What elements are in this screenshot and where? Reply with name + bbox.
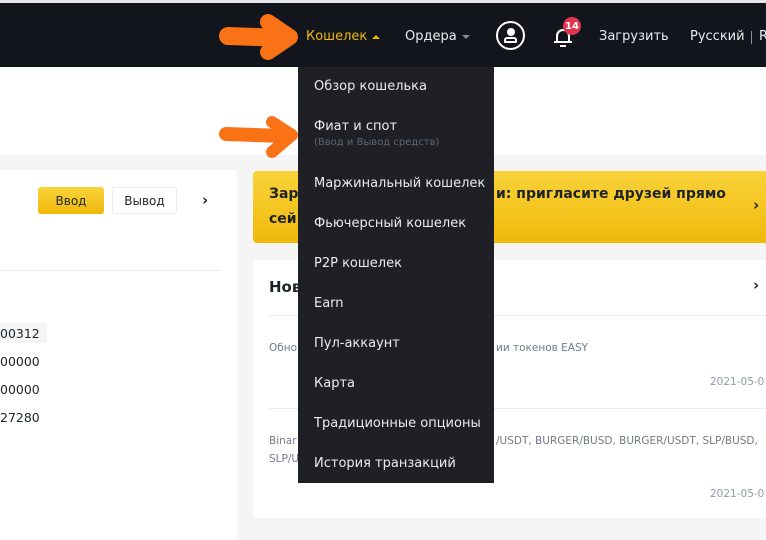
orange-arrow-icon [219, 116, 298, 158]
orange-arrow-icon [219, 14, 298, 60]
annotation-arrows [219, 14, 298, 158]
